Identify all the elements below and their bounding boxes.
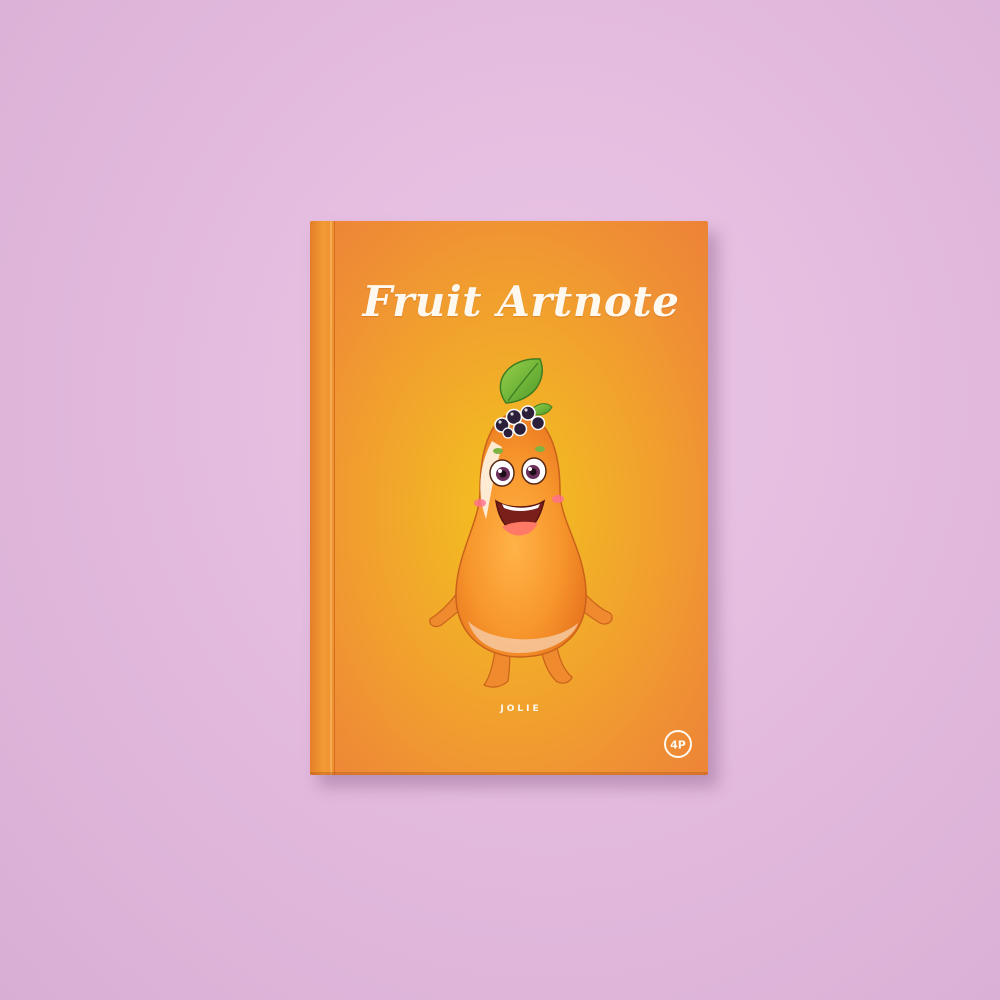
publisher-logo-icon: 4P	[664, 730, 692, 758]
photo-scene: Fruit Artnote JOLIE 4P	[0, 0, 1000, 1000]
book-title: Fruit Artnote	[362, 277, 680, 326]
spine-fold-line	[330, 221, 332, 775]
papaya-character-illustration	[429, 358, 613, 688]
page-edge	[310, 772, 708, 775]
svg-text:4P: 4P	[670, 739, 686, 752]
author-name: JOLIE	[500, 704, 542, 714]
notebook-cover: Fruit Artnote JOLIE 4P	[310, 221, 708, 775]
